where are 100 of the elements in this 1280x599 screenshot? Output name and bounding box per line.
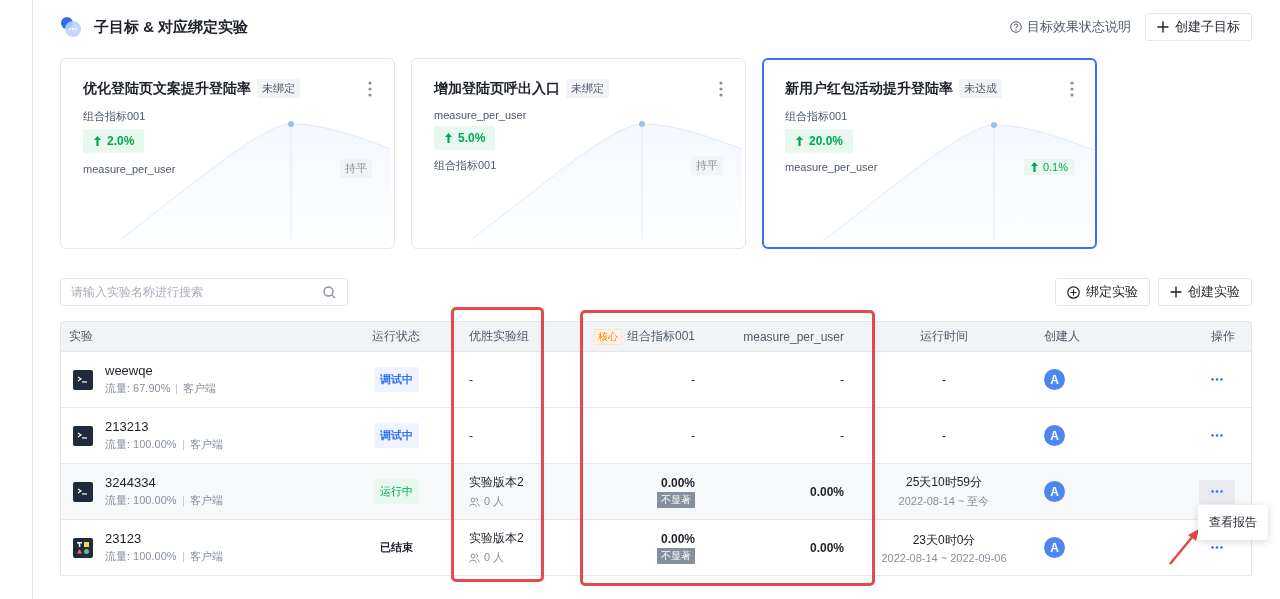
metric-name: measure_per_user [434, 109, 527, 121]
winner-group: 实验版本2 [469, 474, 553, 491]
winner-group: - [469, 428, 553, 443]
member-count: 0 人 [484, 494, 505, 509]
column-header: 创建人 [1044, 328, 1081, 345]
more-icon[interactable] [368, 80, 372, 97]
metric-value: 0.00% [660, 531, 695, 546]
arrow-up-icon [795, 135, 804, 147]
shapes-icon [73, 537, 93, 558]
platform-text: 客户端 [189, 493, 223, 508]
member-count: 0 人 [484, 550, 505, 565]
status-tag: 未绑定 [257, 79, 300, 98]
winner-group: 实验版本2 [469, 530, 553, 547]
search-icon [323, 286, 336, 299]
arrow-up-icon [93, 135, 102, 147]
more-icon [1211, 546, 1223, 549]
terminal-icon [73, 425, 93, 446]
change-badge: 20.0% [785, 129, 854, 153]
run-duration: - [942, 372, 946, 387]
goal-title: 优化登陆页文案提升登陆率 [83, 79, 251, 98]
plus-circle-icon [1067, 285, 1080, 299]
arrow-up-icon [1029, 161, 1039, 173]
column-header: 运行时间 [920, 328, 968, 345]
terminal-icon [73, 369, 93, 390]
help-icon [1010, 21, 1022, 33]
status-tag: 未绑定 [566, 79, 609, 98]
change-badge: 0.1% [1023, 159, 1074, 175]
column-header: 组合指标001 [626, 328, 695, 345]
run-duration: 25天10时59分 [905, 474, 982, 491]
experiment-name[interactable]: 213213 [105, 419, 223, 434]
metric-value: - [840, 428, 844, 443]
metric-value: 0.00% [809, 540, 844, 555]
result-tag: 持平 [340, 159, 372, 178]
avatar: A [1044, 537, 1065, 558]
goal-title: 增加登陆页呼出入口 [434, 79, 560, 98]
avatar: A [1044, 481, 1065, 502]
arrow-up-icon [444, 132, 453, 144]
more-icon [1211, 490, 1223, 493]
status-tag: 调试中 [373, 423, 419, 448]
metric-name: measure_per_user [83, 162, 176, 175]
experiment-name[interactable]: 23123 [105, 531, 223, 546]
goal-card[interactable]: 增加登陆页呼出入口 未绑定 measure_per_user 5.0% 组合指标001 持平 [411, 58, 746, 249]
avatar: A [1044, 369, 1065, 390]
core-tag: 核心 [593, 328, 622, 345]
plus-icon [1170, 286, 1182, 298]
view-report-menu-item[interactable]: 查看报告 [1198, 505, 1268, 540]
more-button[interactable] [1199, 479, 1235, 504]
change-badge: 5.0% [434, 126, 496, 150]
metric-value: 0.00% [809, 484, 844, 499]
metric-value: 0.00% [660, 475, 695, 490]
traffic-text: 流量: 100.00% [105, 493, 177, 508]
goal-title: 新用户红包活动提升登陆率 [785, 79, 953, 98]
avatar: A [1044, 425, 1065, 446]
more-icon [1211, 378, 1223, 381]
platform-text: 客户端 [189, 549, 223, 564]
column-header: 操作 [1211, 328, 1235, 345]
table-row[interactable]: weewqe 流量: 67.90% 客户端 调试中 - - - - A [61, 352, 1251, 408]
status-tag: 未达成 [959, 79, 1002, 98]
users-icon [469, 552, 480, 563]
section-title: 子目标 & 对应绑定实验 [94, 17, 249, 37]
metric-name: 组合指标001 [785, 110, 848, 122]
metric-value: - [691, 428, 695, 443]
platform-text: 客户端 [183, 381, 217, 396]
status-tag: 运行中 [373, 479, 419, 504]
metric-value: - [691, 372, 695, 387]
experiment-name[interactable]: weewqe [105, 363, 217, 378]
winner-group: - [469, 372, 553, 387]
users-icon [469, 496, 480, 507]
metric-name: 组合指标001 [434, 158, 497, 173]
terminal-icon [73, 481, 93, 502]
status-tag: 调试中 [373, 367, 419, 392]
traffic-text: 流量: 67.90% [105, 381, 171, 396]
goal-card[interactable]: 优化登陆页文案提升登陆率 未绑定 组合指标001 2.0% measure_per_user 持平 [60, 58, 395, 249]
traffic-text: 流量: 100.00% [105, 549, 177, 564]
change-badge: 2.0% [83, 129, 145, 153]
traffic-text: 流量: 100.00% [105, 437, 177, 452]
bind-button[interactable]: 绑定实验 [1055, 278, 1150, 306]
date-range: 2022-08-14 ~ 2022-09-06 [881, 551, 1007, 564]
more-icon [1211, 434, 1223, 437]
column-header: 运行状态 [372, 328, 420, 345]
metric-value: - [840, 372, 844, 387]
run-duration: - [942, 428, 946, 443]
significance-tag: 不显著 [657, 547, 695, 564]
date-range: 2022-08-14 ~ 至今 [898, 494, 990, 509]
create-goal-button[interactable]: 创建子目标 [1145, 13, 1252, 41]
logo-icon [60, 16, 82, 38]
significance-tag: 不显著 [657, 491, 695, 508]
more-icon[interactable] [1070, 80, 1074, 97]
experiment-name[interactable]: 3244334 [105, 475, 223, 490]
column-header: 实验 [69, 328, 94, 345]
create-button[interactable]: 创建实验 [1158, 278, 1252, 306]
goal-card[interactable]: 新用户红包活动提升登陆率 未达成 组合指标001 20.0% measure_per_user 0.1% [762, 58, 1097, 249]
help-link[interactable]: 目标效果状态说明 [1010, 18, 1131, 36]
result-tag: 持平 [691, 156, 723, 175]
run-duration: 23天0时0分 [912, 531, 976, 549]
search-field[interactable]: 请输入实验名称进行搜索 [60, 278, 348, 306]
more-icon[interactable] [719, 80, 723, 97]
plus-icon [1157, 21, 1169, 33]
metric-name: 组合指标001 [83, 110, 146, 122]
metric-name: measure_per_user [785, 161, 878, 173]
